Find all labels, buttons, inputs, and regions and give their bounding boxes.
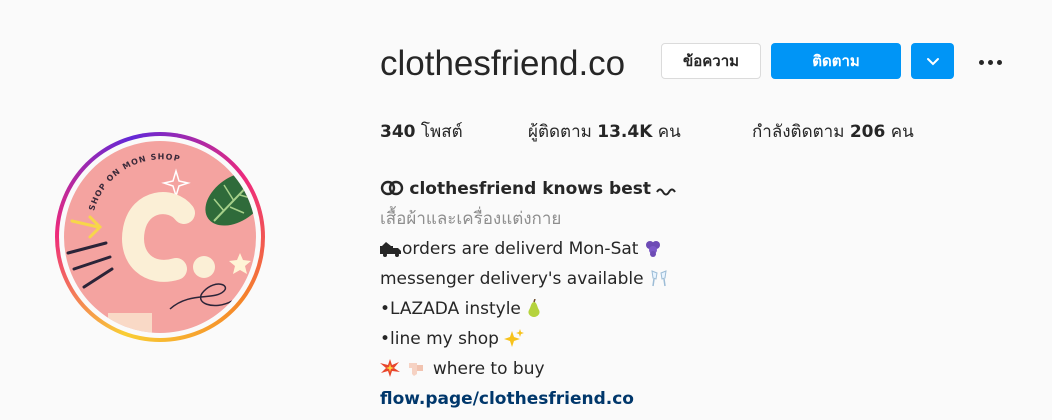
- bio: clothesfriend knows best เสื้อผ้าและเครื…: [380, 174, 678, 414]
- bio-line-messenger: messenger delivery's available: [380, 264, 678, 294]
- bio-line-orders: orders are deliverd Mon-Sat: [380, 234, 678, 264]
- display-name: clothesfriend knows best: [409, 179, 651, 199]
- story-ring[interactable]: SHOP ON MON SHOP: [55, 132, 265, 342]
- avatar[interactable]: SHOP ON MON SHOP: [64, 141, 256, 333]
- pointing-down-icon: [409, 363, 424, 376]
- username: clothesfriend.co: [380, 44, 626, 83]
- posts-count: 340 โพสต์: [380, 122, 463, 142]
- bio-line-lazada: •LAZADA instyle: [380, 294, 678, 324]
- bio-name-line: clothesfriend knows best: [380, 174, 678, 204]
- threads-logo-icon: [380, 180, 404, 196]
- follow-button[interactable]: ติดตาม: [771, 43, 901, 79]
- followers-link[interactable]: ผู้ติดตาม 13.4K คน: [528, 118, 681, 145]
- wavy-dash-icon: [656, 188, 677, 196]
- message-button[interactable]: ข้อความ: [661, 43, 761, 79]
- website-link[interactable]: flow.page/clothesfriend.co: [380, 384, 678, 414]
- sparkles-icon: [504, 329, 525, 347]
- bio-line-where-to-buy: where to buy: [380, 354, 678, 384]
- category-label: เสื้อผ้าและเครื่องแต่งกาย: [380, 209, 562, 229]
- more-options-icon[interactable]: [972, 50, 1008, 74]
- clinking-glasses-icon: [651, 270, 667, 287]
- grapes-icon: [645, 241, 660, 257]
- pear-icon: [528, 299, 540, 317]
- following-link[interactable]: กำลังติดตาม 206 คน: [752, 118, 914, 145]
- delivery-truck-icon: [380, 242, 401, 257]
- collision-icon: [380, 359, 400, 377]
- bio-line-line-shop: •line my shop: [380, 324, 678, 354]
- suggested-accounts-button[interactable]: [911, 43, 954, 79]
- chevron-down-icon: [926, 58, 939, 66]
